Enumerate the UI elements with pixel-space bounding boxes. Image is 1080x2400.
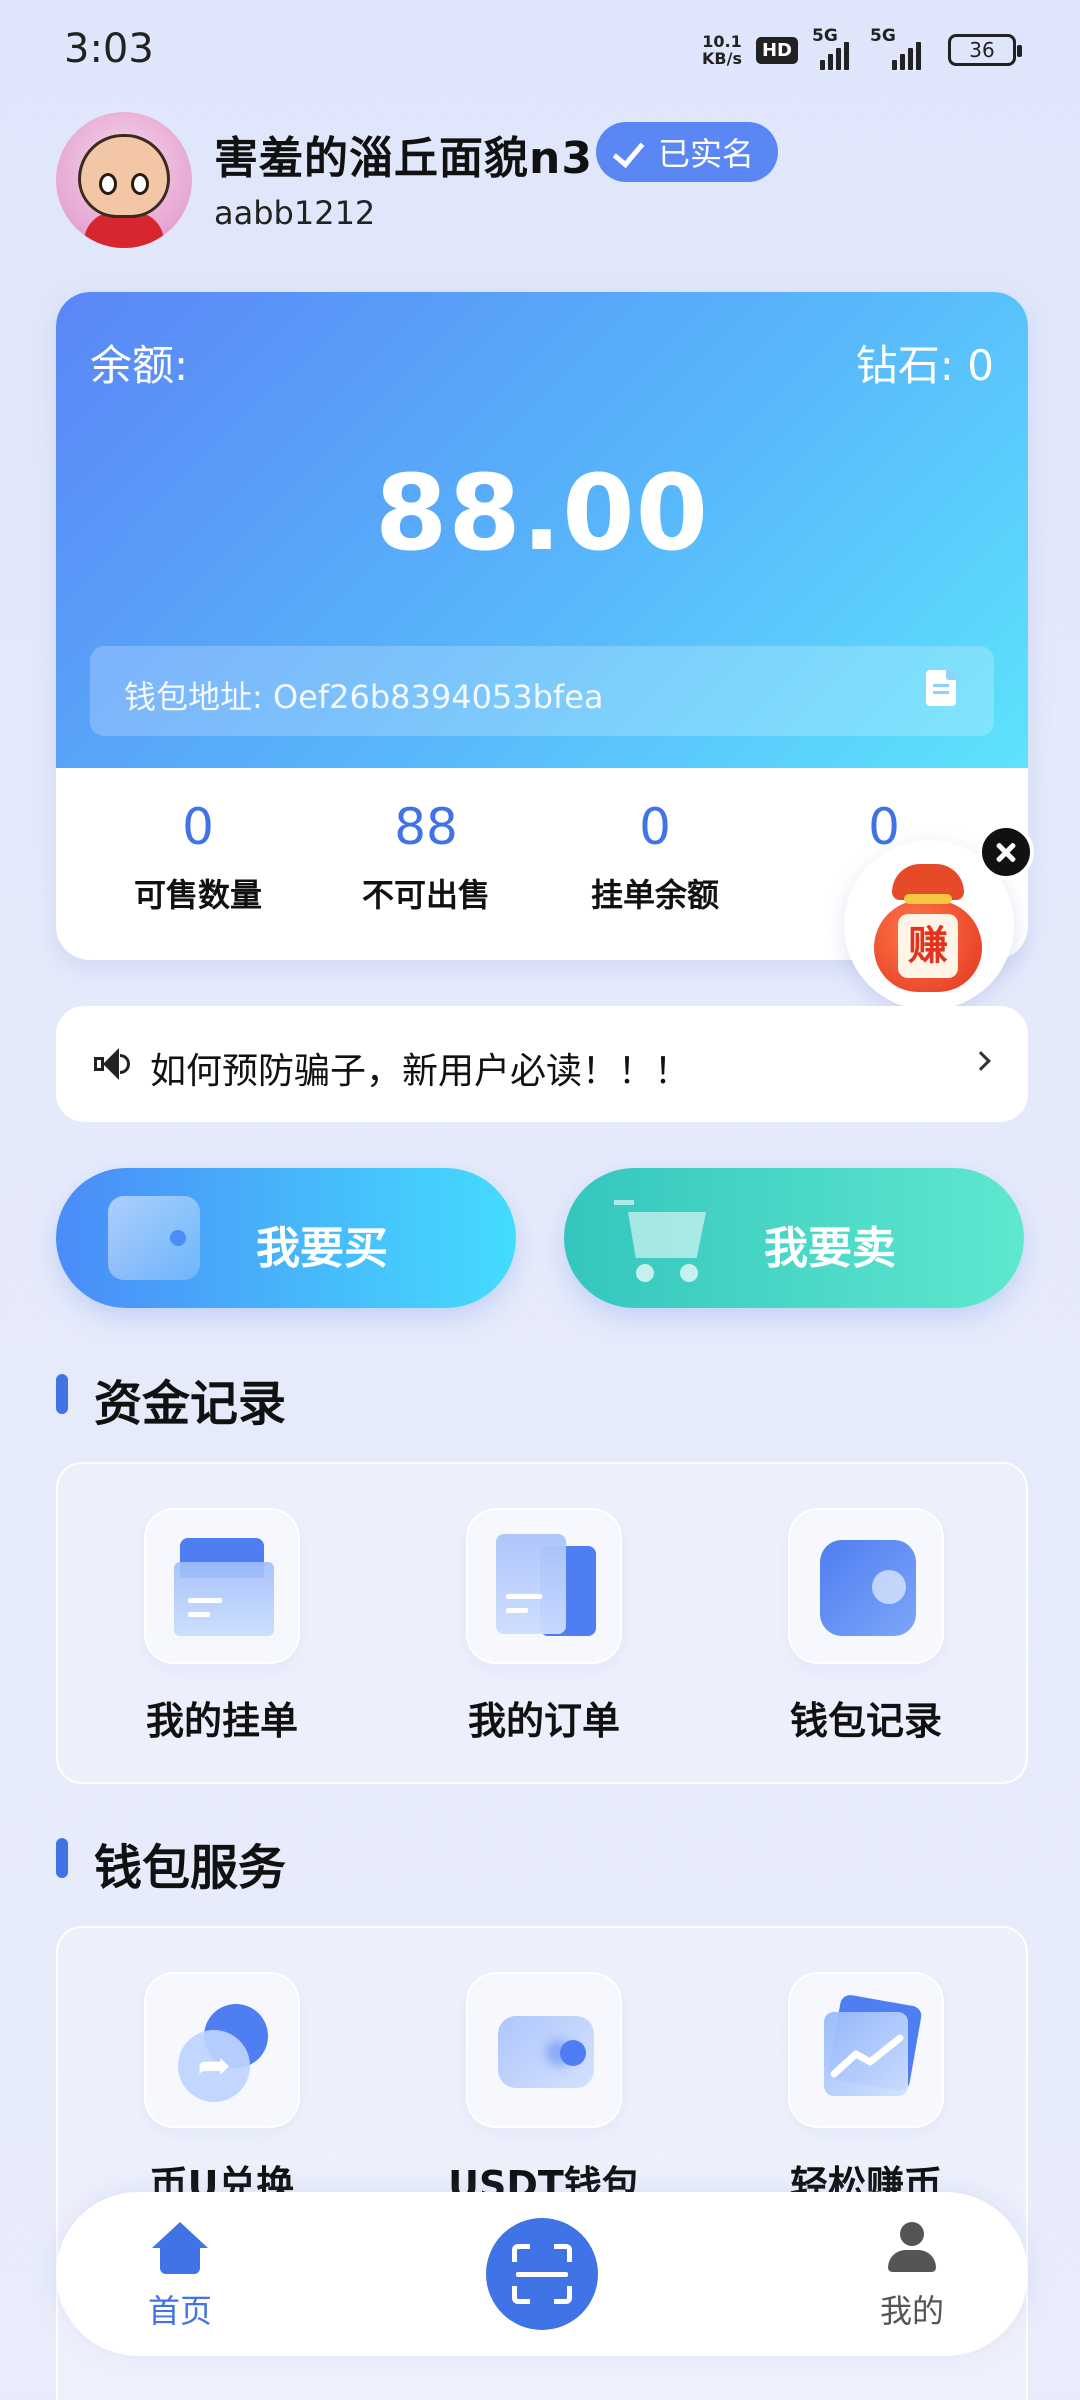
bottom-nav: 首页 我的	[56, 2192, 1028, 2356]
wallet-icon	[108, 1196, 200, 1280]
status-bar: 3:03 10.1 KB/s HD 5G 5G 36	[0, 0, 1080, 100]
wallet-address: 钱包地址: Oef26b8394053bfea	[124, 678, 604, 716]
document-icon	[496, 1534, 600, 1640]
tile-wallet-records[interactable]: 钱包记录	[746, 1508, 986, 1745]
cart-icon	[614, 1192, 714, 1284]
notice-bar[interactable]: 如何预防骗子，新用户必读！！！	[56, 1006, 1028, 1122]
sell-button[interactable]: 我要卖	[564, 1168, 1024, 1308]
balance-header: 余额: 钻石: 0 88.00 钱包地址: Oef26b8394053bfea	[56, 292, 1028, 768]
scan-icon	[512, 2244, 530, 2262]
stat-sellable: 0 可售数量	[133, 798, 262, 914]
user-id: aabb1212	[214, 194, 376, 232]
tile-my-orders[interactable]: 我的订单	[424, 1508, 664, 1745]
close-icon[interactable]	[978, 824, 1034, 880]
usdt-wallet-icon	[498, 2016, 594, 2088]
network-speed: 10.1 KB/s	[702, 32, 742, 68]
wallet-address-bar: 钱包地址: Oef26b8394053bfea	[90, 646, 994, 736]
status-icons: 10.1 KB/s HD 5G 5G 36	[702, 26, 1022, 70]
signal-icon: 5G	[812, 26, 856, 70]
money-bag-icon: 赚	[868, 860, 988, 992]
tile-easy-earn[interactable]: 轻松赚币	[746, 1972, 986, 2209]
diamond-count: 钻石: 0	[855, 341, 994, 390]
buy-button[interactable]: 我要买	[56, 1168, 516, 1308]
wallet-icon	[820, 1540, 916, 1636]
chevron-right-icon	[971, 1051, 991, 1071]
tile-usdt-wallet[interactable]: USDT钱包	[424, 1972, 664, 2209]
stat-order-balance: 0 挂单余额	[590, 798, 719, 914]
speaker-icon	[94, 1048, 130, 1080]
tile-coin-exchange[interactable]: ➦ 币U兑换	[102, 1972, 342, 2209]
battery-icon: 36	[948, 34, 1022, 66]
section-title-wallet-services: 钱包服务	[56, 1828, 286, 1898]
hd-badge: HD	[755, 36, 798, 64]
balance-amount: 88.00	[375, 452, 709, 574]
tile-my-listings[interactable]: 我的挂单	[102, 1508, 342, 1745]
avatar[interactable]	[56, 112, 192, 248]
earn-coins-icon	[820, 1993, 923, 2100]
username: 害羞的淄丘面貌n3	[214, 133, 593, 184]
balance-label: 余额:	[90, 341, 189, 390]
home-icon	[152, 2222, 208, 2274]
scan-button[interactable]	[486, 2218, 598, 2330]
notice-text: 如何预防骗子，新用户必读！！！	[150, 1051, 691, 1092]
folder-icon	[174, 1538, 274, 1636]
verified-badge: 已实名	[596, 122, 779, 182]
signal-icon-2: 5G	[870, 26, 934, 70]
stat-not-sellable: 88 不可出售	[361, 798, 490, 914]
verified-label: 已实名	[658, 135, 755, 173]
nav-mine[interactable]: 我的	[812, 2222, 1012, 2332]
check-icon	[614, 135, 648, 169]
status-time: 3:03	[64, 26, 154, 72]
user-icon	[884, 2222, 940, 2274]
fund-records-panel: 我的挂单 我的订单 钱包记录	[56, 1462, 1028, 1784]
section-title-fund-records: 资金记录	[56, 1364, 286, 1434]
exchange-icon: ➦	[178, 2004, 274, 2102]
nav-home[interactable]: 首页	[80, 2222, 280, 2332]
copy-icon[interactable]	[926, 670, 956, 706]
